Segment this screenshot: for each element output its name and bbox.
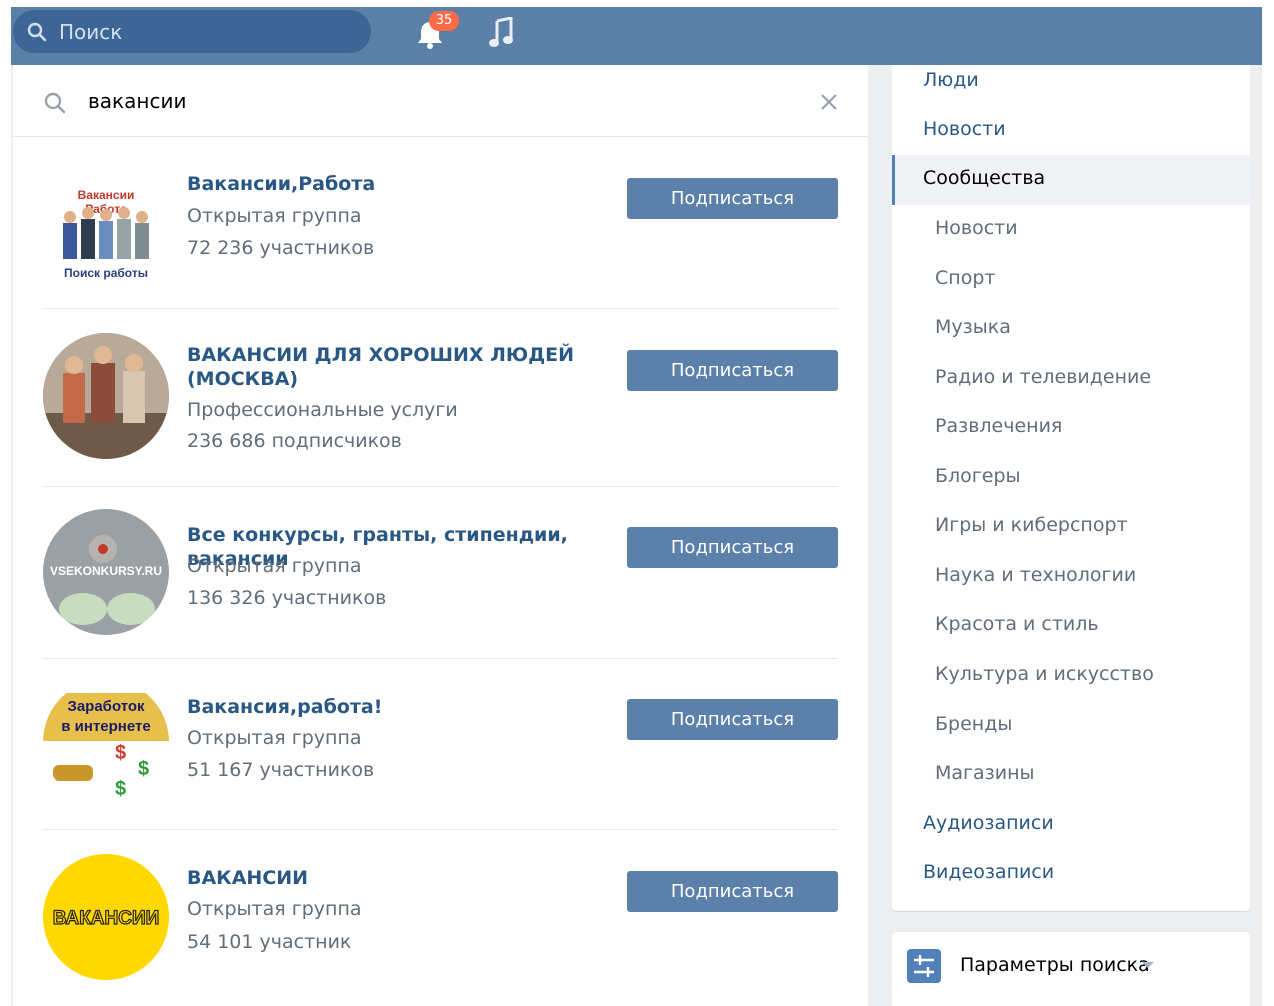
clear-icon[interactable] bbox=[818, 91, 840, 113]
result-row: ВАКАНСИИ ВАКАНСИИ Открытая группа 54 101… bbox=[43, 830, 838, 1006]
group-avatar[interactable]: Вакансии Работа Поиск работы bbox=[43, 161, 169, 287]
menu-subitem-radio-tv[interactable]: Радио и телевидение bbox=[892, 354, 1250, 404]
subscribe-button[interactable]: Подписаться bbox=[627, 699, 838, 740]
group-title-link[interactable]: Вакансия,работа! bbox=[187, 695, 627, 719]
group-type: Открытая группа bbox=[187, 555, 362, 577]
group-type: Открытая группа bbox=[187, 727, 362, 749]
svg-text:Вакансии: Вакансии bbox=[78, 188, 135, 202]
menu-item-audio[interactable]: Аудиозаписи bbox=[892, 800, 1250, 850]
group-type: Открытая группа bbox=[187, 898, 362, 920]
group-avatar[interactable]: VSEKONKURSY.RU bbox=[43, 509, 169, 635]
search-params-toggle[interactable]: Параметры поиска bbox=[892, 932, 1250, 1006]
group-avatar[interactable]: ВАКАНСИИ bbox=[43, 854, 169, 980]
svg-text:ВАКАНСИИ: ВАКАНСИИ bbox=[53, 908, 160, 929]
menu-subitem-beauty[interactable]: Красота и стиль bbox=[892, 601, 1250, 651]
header-search-placeholder: Поиск bbox=[59, 19, 123, 44]
svg-text:$: $ bbox=[115, 742, 126, 764]
subscribe-button[interactable]: Подписаться bbox=[627, 178, 838, 219]
group-title-link[interactable]: ВАКАНСИИ ДЛЯ ХОРОШИХ ЛЮДЕЙ (МОСКВА) bbox=[187, 343, 627, 391]
menu-item-news[interactable]: Новости bbox=[892, 106, 1250, 156]
menu-subitem-brands[interactable]: Бренды bbox=[892, 701, 1250, 751]
group-avatar[interactable]: Заработок в интернете $ $ $ bbox=[43, 679, 169, 805]
menu-subitem-games[interactable]: Игры и киберспорт bbox=[892, 502, 1250, 552]
result-row: Вакансии Работа Поиск работы Вакансии,Ра… bbox=[43, 137, 838, 309]
subscribe-button[interactable]: Подписаться bbox=[627, 871, 838, 912]
svg-text:в интернете: в интернете bbox=[61, 718, 150, 735]
search-query-input[interactable]: вакансии bbox=[88, 89, 186, 113]
subscribe-button[interactable]: Подписаться bbox=[627, 527, 838, 568]
menu-subitem-news[interactable]: Новости bbox=[892, 205, 1250, 255]
menu-subitem-bloggers[interactable]: Блогеры bbox=[892, 453, 1250, 503]
search-icon bbox=[44, 92, 66, 114]
menu-subitem-science[interactable]: Наука и технологии bbox=[892, 552, 1250, 602]
menu-item-communities[interactable]: Сообщества bbox=[892, 155, 1250, 205]
menu-subitem-sport[interactable]: Спорт bbox=[892, 255, 1250, 305]
header-search-box[interactable]: Поиск bbox=[13, 10, 371, 53]
group-title-link[interactable]: Вакансии,Работа bbox=[187, 172, 627, 196]
menu-item-people[interactable]: Люди bbox=[892, 57, 1250, 107]
search-results-panel: вакансии Вакансии Работа Поиск работы bbox=[13, 65, 868, 1006]
menu-subitem-culture[interactable]: Культура и искусство bbox=[892, 651, 1250, 701]
search-params-label: Параметры поиска bbox=[960, 954, 1150, 976]
svg-text:VSEKONKURSY.RU: VSEKONKURSY.RU bbox=[50, 564, 162, 578]
group-members-count: 51 167 участников bbox=[187, 759, 375, 781]
group-type: Открытая группа bbox=[187, 205, 362, 227]
subscribe-button[interactable]: Подписаться bbox=[627, 350, 838, 391]
notifications-badge: 35 bbox=[429, 11, 459, 31]
svg-text:$: $ bbox=[115, 778, 126, 800]
search-sections-menu: Люди Новости Сообщества Новости Спорт Му… bbox=[892, 65, 1250, 911]
group-members-count: 236 686 подписчиков bbox=[187, 430, 402, 452]
query-bar: вакансии bbox=[13, 65, 868, 137]
result-row: VSEKONKURSY.RU Все конкурсы, гранты, сти… bbox=[43, 487, 838, 659]
music-icon[interactable] bbox=[487, 17, 515, 49]
group-members-count: 72 236 участников bbox=[187, 237, 375, 259]
menu-subitem-shops[interactable]: Магазины bbox=[892, 750, 1250, 800]
svg-text:$: $ bbox=[138, 758, 149, 780]
sliders-icon bbox=[907, 949, 941, 983]
group-title-link[interactable]: ВАКАНСИИ bbox=[187, 866, 627, 890]
result-row: Заработок в интернете $ $ $ Вакансия,раб… bbox=[43, 659, 838, 830]
result-row: ВАКАНСИИ ДЛЯ ХОРОШИХ ЛЮДЕЙ (МОСКВА) Проф… bbox=[43, 309, 838, 487]
menu-subitem-entertainment[interactable]: Развлечения bbox=[892, 403, 1250, 453]
search-icon bbox=[27, 22, 47, 41]
svg-text:Заработок: Заработок bbox=[67, 698, 145, 715]
group-members-count: 136 326 участников bbox=[187, 587, 387, 609]
chevron-down-icon bbox=[1142, 962, 1154, 968]
group-type: Профессиональные услуги bbox=[187, 399, 458, 421]
menu-subitem-music[interactable]: Музыка bbox=[892, 304, 1250, 354]
group-avatar[interactable] bbox=[43, 333, 169, 459]
svg-text:Поиск работы: Поиск работы bbox=[64, 266, 148, 280]
group-members-count: 54 101 участник bbox=[187, 931, 352, 953]
menu-item-video[interactable]: Видеозаписи bbox=[892, 849, 1250, 899]
